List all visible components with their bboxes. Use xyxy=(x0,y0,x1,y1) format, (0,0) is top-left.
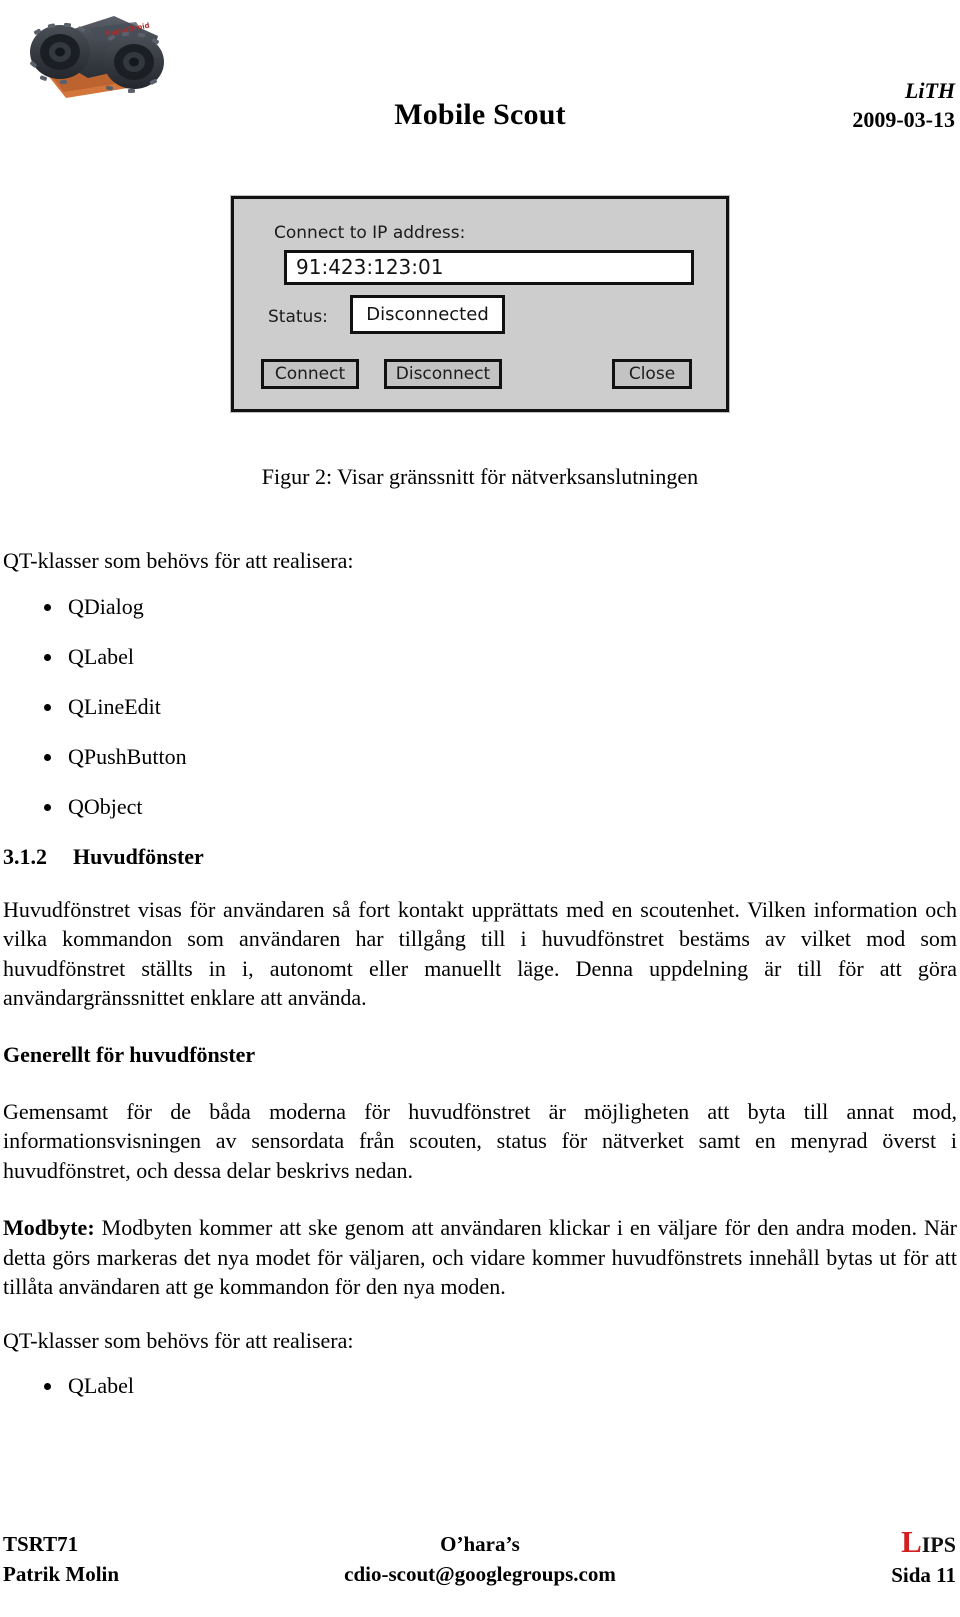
lips-logo-rest: IPS xyxy=(921,1532,956,1557)
connect-button[interactable]: Connect xyxy=(261,359,359,389)
list-item: QDialog xyxy=(3,594,957,620)
footer-right: LIPS Sida 11 xyxy=(891,1522,956,1590)
modbyte-term: Modbyte: xyxy=(3,1215,95,1240)
section-title: Huvudfönster xyxy=(73,843,204,869)
mobile-scout-robot-photo: SuperDroid xyxy=(18,6,178,112)
page-content: QT-klasser som behövs för att realisera:… xyxy=(3,546,957,1399)
document-date: 2009-03-13 xyxy=(852,107,955,133)
list-item: QLabel xyxy=(3,1373,957,1399)
footer-center: O’hara’s cdio-scout@googlegroups.com xyxy=(0,1530,960,1590)
page-footer: TSRT71 Patrik Molin O’hara’s cdio-scout@… xyxy=(0,1508,960,1617)
close-button[interactable]: Close xyxy=(612,359,692,389)
status-value: Disconnected xyxy=(350,295,505,334)
connect-dialog: Connect to IP address: 91:423:123:01 Sta… xyxy=(231,196,729,412)
header-meta: LiTH 2009-03-13 xyxy=(852,76,955,134)
section-heading: 3.1.2 Huvudfönster xyxy=(3,844,957,870)
qt-class-list-1: QDialog QLabel QLineEdit QPushButton QOb… xyxy=(3,594,957,820)
list-item: QLineEdit xyxy=(3,694,957,720)
lips-logo-initial: L xyxy=(901,1524,922,1559)
subsection-heading: Generellt för huvudfönster xyxy=(3,1041,256,1067)
contact-email: cdio-scout@googlegroups.com xyxy=(344,1561,616,1586)
qt-class-list-2: QLabel xyxy=(3,1373,957,1399)
ip-address-label: Connect to IP address: xyxy=(274,223,466,243)
university-label: LiTH xyxy=(904,78,955,103)
ip-address-input[interactable]: 91:423:123:01 xyxy=(284,250,694,285)
document-title: Mobile Scout xyxy=(394,98,566,131)
figure-caption: Figur 2: Visar gränssnitt för nätverksan… xyxy=(261,464,699,489)
list-item: QObject xyxy=(3,794,957,820)
list-item: QLabel xyxy=(3,644,957,670)
status-label: Status: xyxy=(268,307,328,327)
paragraph-huvudfonster: Huvudfönstret visas för användaren så fo… xyxy=(3,896,957,1011)
qt-classes-intro-1: QT-klasser som behövs för att realisera: xyxy=(3,548,354,573)
lips-logo: LIPS xyxy=(891,1522,956,1562)
list-item: QPushButton xyxy=(3,744,957,770)
disconnect-button[interactable]: Disconnect xyxy=(384,359,502,389)
figure-2: Connect to IP address: 91:423:123:01 Sta… xyxy=(0,196,960,412)
modbyte-body: Modbyten kommer att ske genom att använd… xyxy=(3,1215,957,1299)
page-number: Sida 11 xyxy=(891,1563,956,1588)
group-name: O’hara’s xyxy=(440,1532,520,1556)
section-number: 3.1.2 xyxy=(3,843,47,869)
paragraph-generellt: Gemensamt för de båda moderna för huvudf… xyxy=(3,1098,957,1183)
page-header: SuperDroid Mobile Scout LiTH 2009-03-13 xyxy=(0,0,960,150)
qt-classes-intro-2: QT-klasser som behövs för att realisera: xyxy=(3,1327,354,1353)
paragraph-modbyte: Modbyte: Modbyten kommer att ske genom a… xyxy=(3,1213,957,1302)
